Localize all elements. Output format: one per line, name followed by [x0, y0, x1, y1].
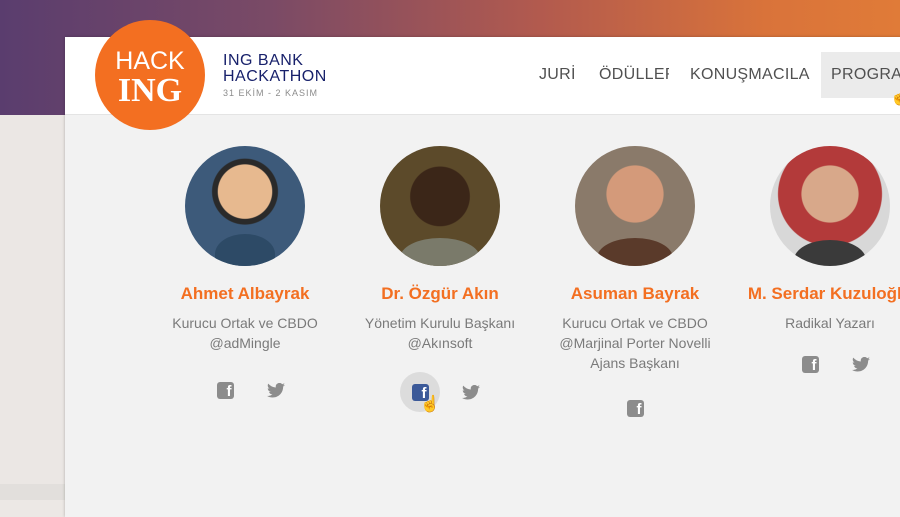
speaker-role-line1: Yönetim Kurulu Başkanı	[364, 315, 516, 331]
speaker-role-line1: Kurucu Ortak ve CBDO	[172, 315, 318, 331]
speaker-role-line1: Radikal Yazarı	[785, 315, 875, 331]
speaker-card: Dr. Özgür Akın Yönetim Kurulu Başkanı @A…	[340, 146, 540, 412]
facebook-link[interactable]: f	[790, 344, 830, 384]
twitter-icon[interactable]	[462, 384, 480, 400]
speaker-role: Radikal Yazarı	[730, 313, 900, 333]
facebook-link[interactable]: f	[615, 388, 655, 428]
nav-item-program[interactable]: PROGRAM	[821, 52, 900, 98]
nav-item-oduller[interactable]: ÖDÜLLER	[599, 52, 669, 98]
hacking-logo[interactable]: HACK ING	[95, 20, 205, 130]
speaker-photo	[575, 146, 695, 266]
nav-item-konusmacilar[interactable]: KONUŞMACILAR	[690, 52, 810, 98]
speaker-role: Yönetim Kurulu Başkanı @Akınsoft	[340, 313, 540, 353]
twitter-icon[interactable]	[267, 382, 285, 398]
speaker-socials: f	[340, 372, 540, 412]
speaker-role: Kurucu Ortak ve CBDO @Marjinal Porter No…	[535, 313, 735, 373]
speaker-name: Ahmet Albayrak	[180, 284, 310, 303]
speaker-role: Kurucu Ortak ve CBDO @adMingle	[145, 313, 345, 353]
speaker-photo	[185, 146, 305, 266]
twitter-icon[interactable]	[852, 356, 870, 372]
facebook-icon: f	[801, 355, 819, 373]
page-background-strip	[0, 484, 65, 500]
speaker-role-line3: Ajans Başkanı	[590, 355, 680, 371]
speaker-socials: f	[535, 393, 735, 423]
speaker-card: Ahmet Albayrak Kurucu Ortak ve CBDO @adM…	[145, 146, 345, 405]
event-date: 31 EKİM - 2 KASIM	[223, 88, 319, 98]
pointer-cursor-icon: ☝	[890, 89, 900, 106]
nav-item-juri[interactable]: JURİ	[539, 52, 579, 98]
facebook-icon: f	[626, 399, 644, 417]
speaker-socials: f	[145, 375, 345, 405]
pointer-cursor-icon: ☝	[420, 396, 440, 413]
speaker-name: Asuman Bayrak	[570, 284, 700, 303]
speaker-socials: f	[730, 349, 900, 379]
brand-title-line1: ING BANK	[223, 52, 304, 69]
logo-text-ing: ING	[117, 72, 183, 109]
speaker-photo	[770, 146, 890, 266]
brand-title-line2: HACKATHON	[223, 68, 327, 85]
speaker-card: Asuman Bayrak Kurucu Ortak ve CBDO @Marj…	[535, 146, 735, 423]
speaker-role-line2: @Marjinal Porter Novelli	[559, 335, 711, 351]
speaker-name: M. Serdar Kuzuloğlu	[747, 284, 900, 303]
speaker-role-line2: @Akınsoft	[407, 335, 473, 351]
speaker-photo	[380, 146, 500, 266]
facebook-link[interactable]: f	[205, 370, 245, 410]
page-background	[0, 115, 65, 500]
facebook-icon: f	[216, 381, 234, 399]
brand-title: ING BANK HACKATHON	[223, 53, 363, 85]
speaker-card: M. Serdar Kuzuloğlu Radikal Yazarı f	[730, 146, 900, 379]
speaker-role-line2: @adMingle	[209, 335, 281, 351]
speaker-role-line1: Kurucu Ortak ve CBDO	[562, 315, 708, 331]
speaker-name: Dr. Özgür Akın	[381, 284, 499, 303]
